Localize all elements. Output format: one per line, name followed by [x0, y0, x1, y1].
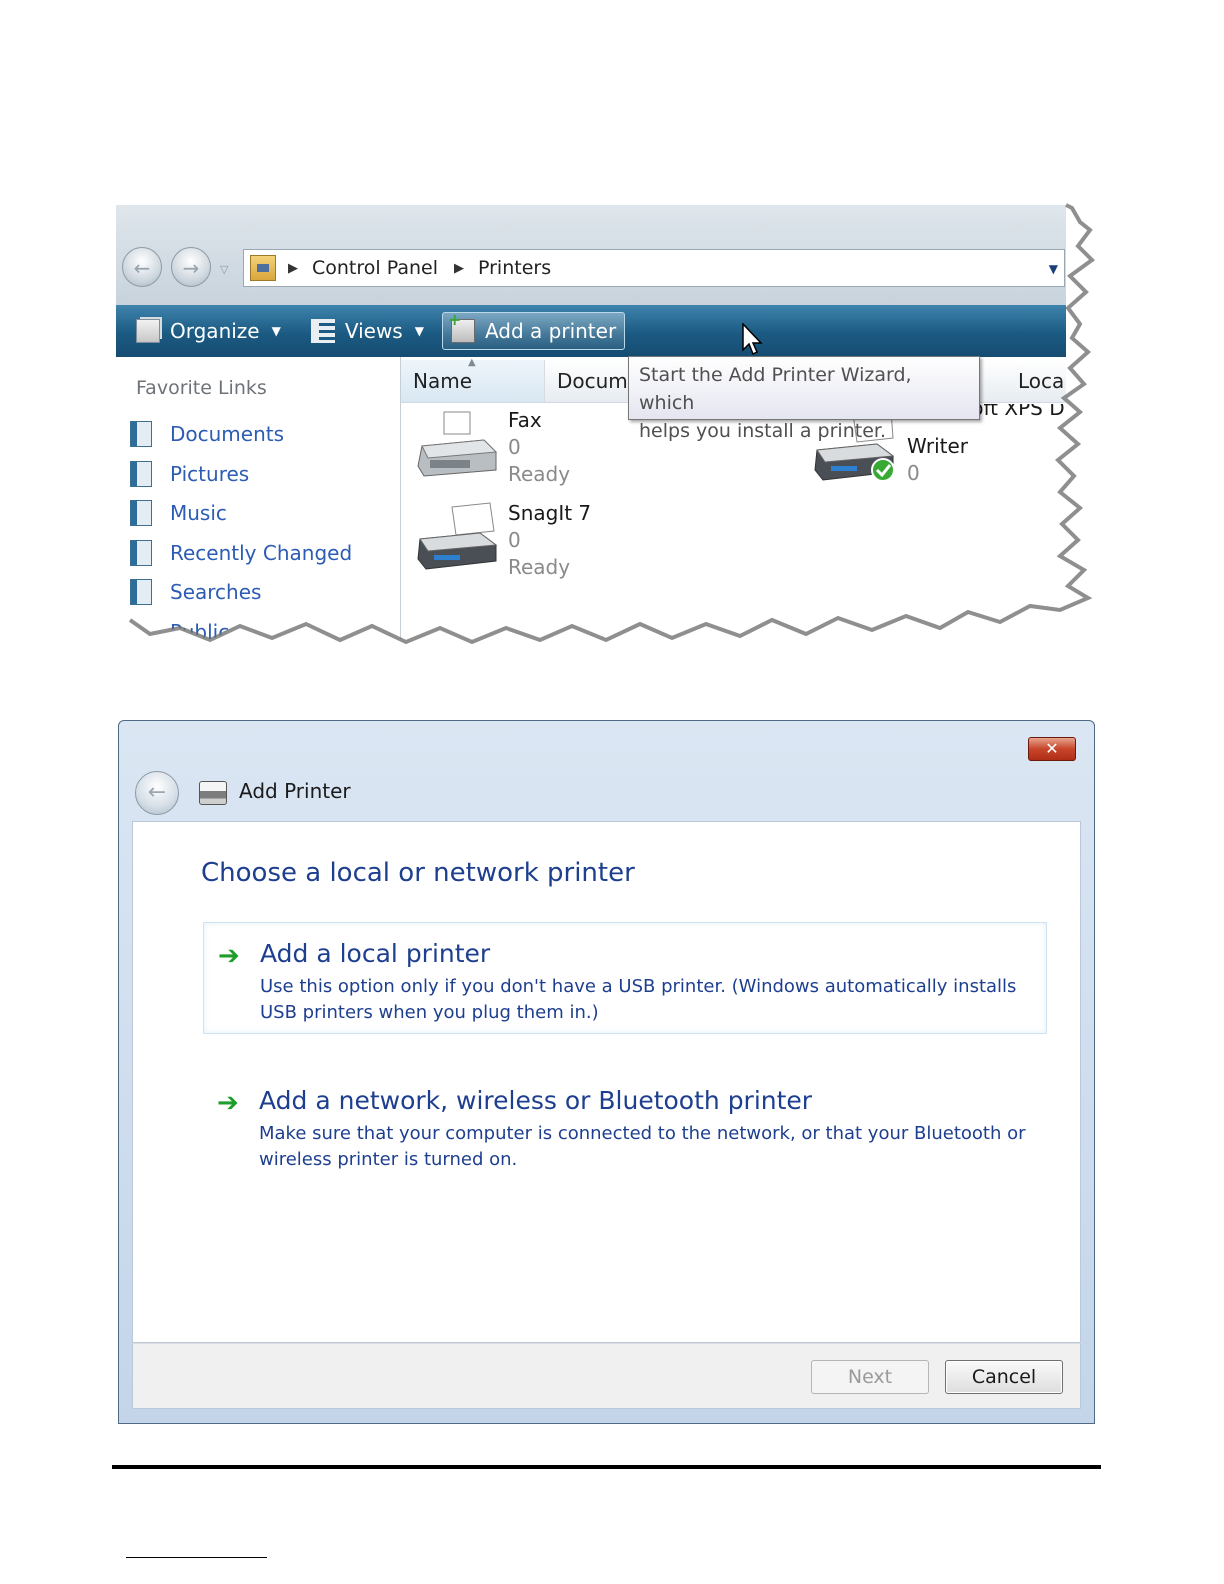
column-header-name[interactable]: ▲ Name: [401, 357, 545, 402]
dialog-content: Choose a local or network printer ➔ Add …: [132, 821, 1081, 1343]
next-button[interactable]: Next: [811, 1360, 929, 1394]
sidebar-item-recently-changed[interactable]: Recently Changed: [130, 538, 352, 568]
printers-explorer-window: ← → ▽ ▶ Control Panel ▶ Printers ▼ Organ…: [116, 205, 1066, 640]
sidebar-item-label: Public: [170, 620, 230, 640]
pictures-icon: [130, 461, 152, 487]
dialog-back-button[interactable]: ←: [135, 771, 179, 815]
option-description: Make sure that your computer is connecte…: [259, 1123, 1026, 1170]
footnote-rule: [126, 1557, 267, 1558]
address-dropdown-chevron-down-icon[interactable]: ▼: [1049, 262, 1058, 276]
add-local-printer-option[interactable]: ➔ Add a local printer Use this option on…: [203, 922, 1047, 1034]
printer-icon: [199, 781, 227, 805]
add-a-printer-label: Add a printer: [484, 319, 617, 343]
navigation-bar: ← → ▽ ▶ Control Panel ▶ Printers ▼: [116, 205, 1066, 305]
green-arrow-icon: ➔: [217, 1088, 239, 1118]
music-icon: [130, 500, 152, 526]
breadcrumb-printers[interactable]: Printers: [478, 257, 551, 279]
add-printer-icon: [448, 310, 475, 343]
horizontal-rule: [112, 1465, 1101, 1469]
column-header-label: Loca: [1018, 369, 1065, 393]
sidebar-item-label: Pictures: [170, 462, 250, 486]
sort-ascending-icon: ▲: [468, 357, 476, 368]
option-title: Add a network, wireless or Bluetooth pri…: [259, 1086, 813, 1115]
back-button[interactable]: ←: [122, 247, 162, 287]
forward-button[interactable]: →: [171, 247, 211, 287]
printer-name: SnagIt 7: [508, 501, 592, 525]
organize-icon: [136, 319, 160, 343]
sidebar-item-label: Music: [170, 501, 227, 525]
column-header-location[interactable]: Loca: [1006, 360, 1066, 402]
add-network-printer-option[interactable]: ➔ Add a network, wireless or Bluetooth p…: [203, 1070, 1047, 1170]
sidebar-item-label: Searches: [170, 580, 262, 604]
option-description: Use this option only if you don't have a…: [260, 976, 1017, 1023]
close-icon: ✕: [1045, 739, 1059, 758]
forward-arrow-icon: →: [182, 256, 200, 280]
recently-changed-icon: [130, 540, 152, 566]
breadcrumb-control-panel[interactable]: Control Panel: [312, 257, 438, 279]
command-toolbar: Organize ▼ Views ▼ Add a printer: [116, 305, 1066, 357]
add-printer-dialog: ✕ ← Add Printer Choose a local or networ…: [118, 720, 1095, 1424]
close-button[interactable]: ✕: [1028, 737, 1076, 761]
column-header-label: Name: [413, 369, 473, 393]
printer-status: Ready: [508, 462, 571, 486]
tooltip-line: Start the Add Printer Wizard, which: [639, 364, 912, 414]
sidebar-item-label: Recently Changed: [170, 541, 353, 565]
documents-icon: [130, 421, 152, 447]
recent-pages-chevron-down-icon[interactable]: ▽: [220, 263, 228, 276]
back-arrow-icon: ←: [133, 256, 151, 280]
sidebar-item-label: Documents: [170, 422, 285, 446]
chevron-down-icon: ▼: [271, 324, 281, 338]
column-header-label: Docum: [557, 369, 628, 393]
organize-button[interactable]: Organize ▼: [128, 312, 289, 350]
dialog-title: Add Printer: [239, 779, 351, 803]
breadcrumb-separator-icon[interactable]: ▶: [454, 261, 464, 276]
back-arrow-icon: ←: [147, 780, 167, 805]
sidebar-item-music[interactable]: Music: [130, 498, 227, 528]
printer-name: Fax: [508, 408, 542, 432]
green-arrow-icon: ➔: [218, 941, 240, 971]
breadcrumb-separator-icon[interactable]: ▶: [288, 261, 298, 276]
views-button[interactable]: Views ▼: [303, 312, 432, 350]
option-title: Add a local printer: [260, 939, 491, 968]
organize-label: Organize: [170, 319, 260, 343]
cancel-button[interactable]: Cancel: [945, 1360, 1063, 1394]
printer-icon: [417, 502, 498, 570]
views-label: Views: [344, 319, 403, 343]
printers-folder-icon: [250, 255, 276, 281]
fax-icon: [417, 411, 498, 477]
add-printer-tooltip: Start the Add Printer Wizard, which help…: [628, 356, 980, 442]
searches-icon: [130, 579, 152, 605]
dialog-footer: Next Cancel: [132, 1343, 1081, 1409]
printer-jobs: 0: [508, 435, 521, 459]
sidebar-item-public[interactable]: Public: [130, 617, 229, 640]
address-bar[interactable]: ▶ Control Panel ▶ Printers ▼: [243, 249, 1065, 287]
favorite-links-heading: Favorite Links: [136, 377, 267, 399]
sidebar-item-searches[interactable]: Searches: [130, 577, 261, 607]
sidebar-item-pictures[interactable]: Pictures: [130, 459, 249, 489]
printer-status: Ready: [508, 555, 571, 579]
chevron-down-icon: ▼: [414, 324, 424, 338]
navigation-pane: Favorite Links Documents Pictures Music …: [116, 357, 401, 640]
add-a-printer-button[interactable]: Add a printer: [441, 310, 626, 350]
printer-jobs: 0: [907, 461, 920, 485]
printer-jobs: 0: [508, 528, 521, 552]
views-icon: [310, 319, 335, 343]
tooltip-line: helps you install a printer.: [639, 420, 886, 442]
dialog-heading: Choose a local or network printer: [201, 858, 635, 888]
sidebar-item-documents[interactable]: Documents: [130, 419, 284, 449]
